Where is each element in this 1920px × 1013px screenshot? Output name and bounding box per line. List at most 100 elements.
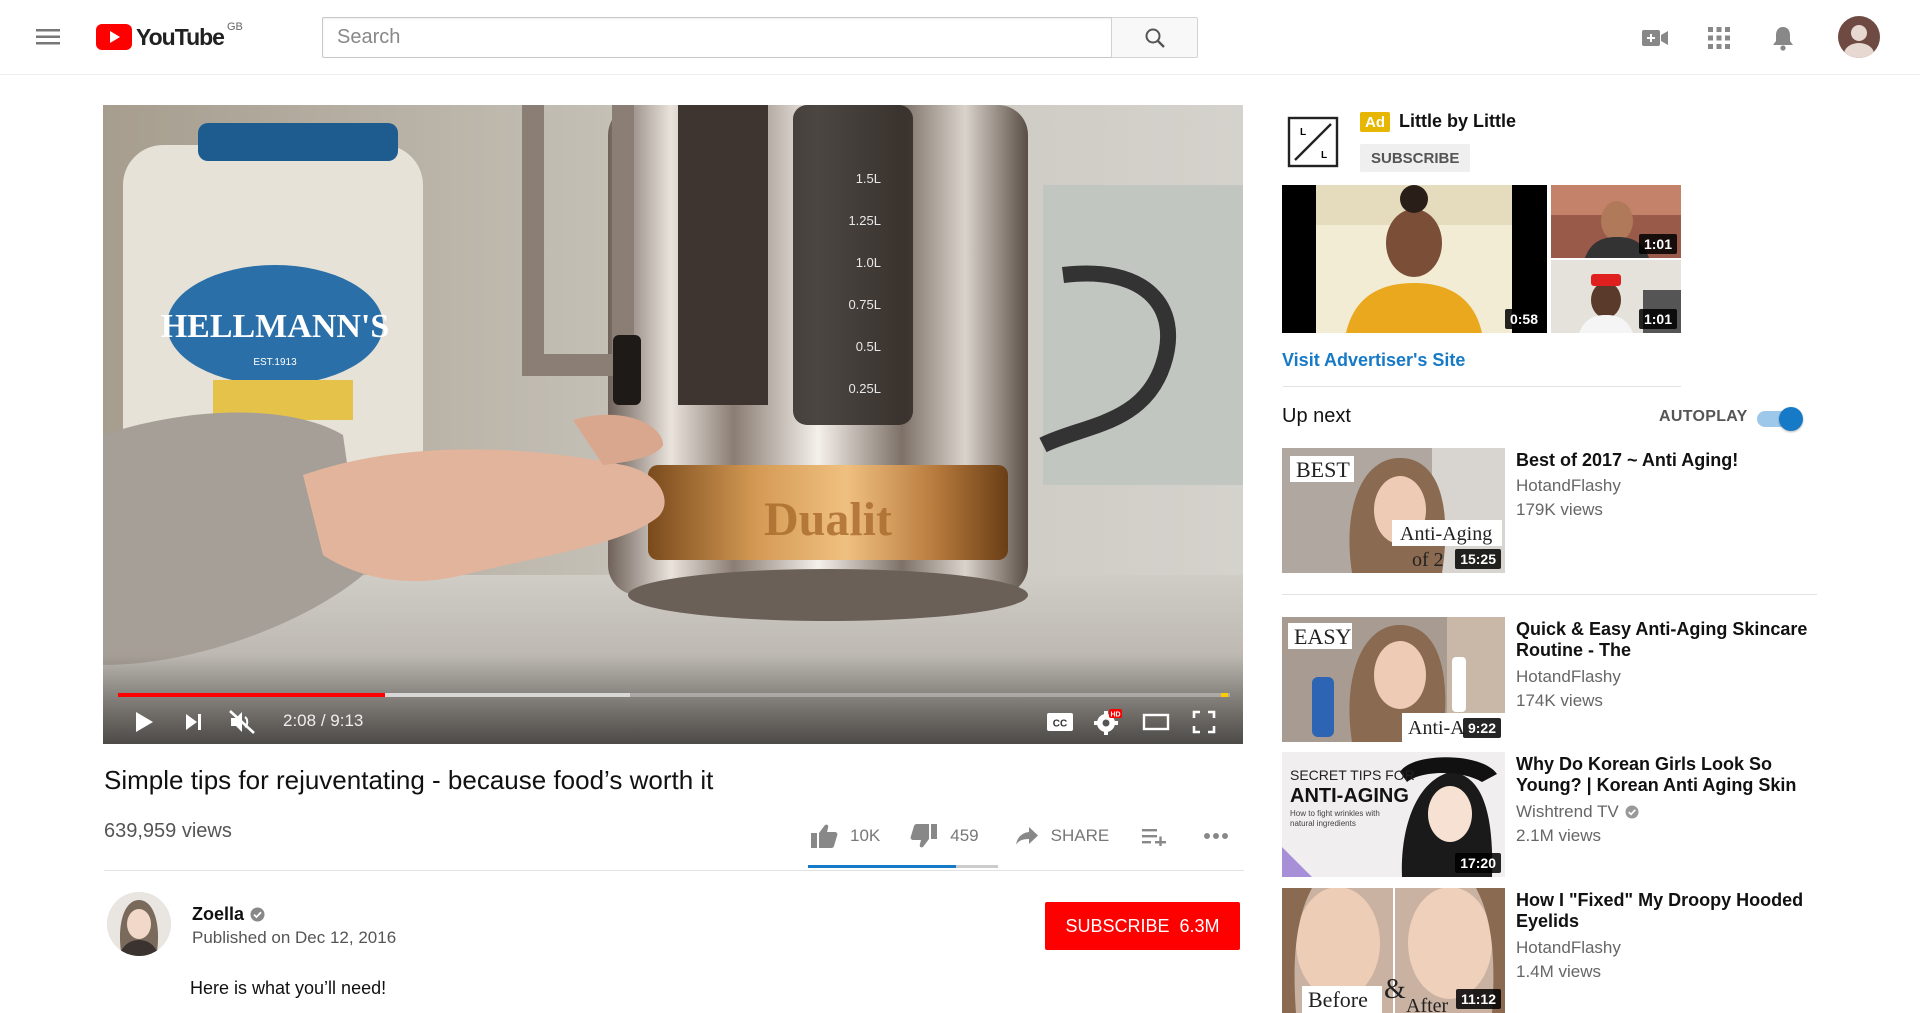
like-count: 10K — [850, 826, 881, 845]
settings-button[interactable]: HD — [1091, 705, 1125, 739]
apps-button[interactable] — [1704, 23, 1734, 53]
dislike-button[interactable]: 459 — [910, 823, 979, 849]
video-duration: 9:22 — [1462, 718, 1501, 738]
logo-region: GB — [226, 21, 243, 33]
kettle-scale-mark: 1.5L — [856, 171, 881, 186]
next-button[interactable] — [177, 705, 211, 739]
subscribe-button[interactable]: SUBSCRIBE 6.3M — [1045, 902, 1240, 950]
search-icon — [1145, 28, 1165, 48]
channel-avatar[interactable] — [107, 892, 171, 956]
ad-side-video-1[interactable]: 1:01 — [1551, 185, 1681, 258]
search-input[interactable] — [322, 17, 1112, 58]
mute-button[interactable] — [225, 705, 259, 739]
subscriber-count: 6.3M — [1179, 915, 1220, 936]
kettle-brand-text: Dualit — [764, 493, 892, 546]
ad-side-video-2[interactable]: 1:01 — [1551, 260, 1681, 333]
video-title-link[interactable]: How I "Fixed" My Droopy Hooded Eyelids — [1516, 890, 1816, 932]
up-next-heading: Up next — [1282, 405, 1351, 427]
recommended-video[interactable]: EASY Anti-A 9:22 Quick & Easy Anti-Aging… — [1282, 617, 1822, 742]
video-title-link[interactable]: Why Do Korean Girls Look So Young? | Kor… — [1516, 754, 1816, 796]
jar-est-text: EST.1913 — [253, 357, 297, 368]
little-by-little-logo-icon: LL — [1287, 116, 1339, 168]
recommended-video[interactable]: BEST Anti-Aging of 2 15:25 Best of 2017 … — [1282, 448, 1822, 573]
thumbnail-text: EASY — [1294, 624, 1352, 649]
video-channel[interactable]: HotandFlashy — [1516, 938, 1621, 958]
info-divider — [104, 870, 1244, 871]
thumbnail-text: Before — [1308, 987, 1368, 1012]
video-title-link[interactable]: Quick & Easy Anti-Aging Skincare Routine… — [1516, 619, 1816, 661]
thumbnail-text: How to fight wrinkles with — [1290, 809, 1380, 818]
volume-muted-icon — [229, 710, 255, 734]
visit-advertiser-link[interactable]: Visit Advertiser's Site — [1282, 350, 1465, 371]
svg-text:L: L — [1321, 150, 1327, 161]
add-to-playlist-button[interactable] — [1141, 826, 1167, 846]
subtitles-button[interactable]: CC — [1043, 705, 1077, 739]
play-button[interactable] — [127, 705, 161, 739]
channel-avatar-image — [107, 892, 171, 956]
ad-title[interactable]: Little by Little — [1399, 111, 1516, 132]
recommended-video[interactable]: Before & After 11:12 How I "Fixed" My Dr… — [1282, 888, 1822, 1013]
video-views: 2.1M views — [1516, 826, 1602, 845]
dislike-count: 459 — [950, 826, 979, 845]
upload-video-button[interactable] — [1640, 23, 1670, 53]
thumbs-up-icon — [811, 824, 838, 848]
description-text: Here is what you’ll need! — [190, 978, 387, 998]
theater-mode-button[interactable] — [1139, 705, 1173, 739]
video-duration: 0:58 — [1504, 309, 1543, 329]
gear-hd-icon: HD — [1094, 709, 1122, 735]
recommended-video[interactable]: SECRET TIPS FOR ANTI-AGING How to fight … — [1282, 752, 1822, 877]
subscribe-label: SUBSCRIBE — [1065, 915, 1170, 936]
like-button[interactable]: 10K — [810, 823, 880, 849]
video-thumbnail[interactable]: SECRET TIPS FOR ANTI-AGING How to fight … — [1282, 752, 1505, 877]
search-button[interactable] — [1111, 17, 1198, 58]
masthead: YouTube GB — [0, 0, 1920, 75]
video-player[interactable]: HELLMANN'S EST.1913 1.5L 1.25L 1.0L 0.75… — [103, 105, 1243, 744]
video-thumbnail[interactable]: BEST Anti-Aging of 2 15:25 — [1282, 448, 1505, 573]
svg-text:HD: HD — [1110, 712, 1120, 719]
video-channel[interactable]: HotandFlashy — [1516, 476, 1621, 496]
video-duration: 1:01 — [1638, 234, 1677, 254]
more-horizontal-icon — [1204, 833, 1229, 839]
ad-divider — [1283, 386, 1681, 387]
more-actions-button[interactable] — [1203, 832, 1229, 840]
ad-main-video[interactable]: 0:58 — [1282, 185, 1547, 333]
closed-captions-icon: CC — [1047, 713, 1073, 731]
video-channel[interactable]: HotandFlashy — [1516, 667, 1621, 687]
account-avatar[interactable] — [1838, 16, 1880, 58]
video-duration: 1:01 — [1638, 309, 1677, 329]
verified-check-icon — [250, 907, 265, 922]
youtube-logo[interactable]: YouTube GB — [96, 21, 243, 52]
video-title-link[interactable]: Best of 2017 ~ Anti Aging! — [1516, 450, 1816, 471]
playlist-add-icon — [1142, 829, 1167, 846]
channel-name[interactable]: Zoella — [192, 904, 265, 925]
thumbnail-text: After — [1406, 995, 1449, 1013]
share-arrow-icon — [1015, 827, 1038, 845]
sentiment-like-fill — [808, 865, 957, 868]
ad-badge: Ad — [1360, 112, 1390, 132]
thumbnail-text: ANTI-AGING — [1290, 785, 1409, 807]
video-title: Simple tips for rejuventating - because … — [104, 765, 714, 795]
share-button[interactable]: SHARE — [1015, 826, 1109, 846]
guide-menu-icon[interactable] — [30, 22, 66, 52]
fullscreen-button[interactable] — [1187, 705, 1221, 739]
time-separator: / — [316, 711, 331, 730]
kettle-scale-mark: 0.75L — [848, 297, 881, 312]
video-thumbnail[interactable]: EASY Anti-A 9:22 — [1282, 617, 1505, 742]
thumbs-down-icon — [910, 824, 938, 848]
theater-mode-icon — [1142, 713, 1170, 731]
view-count: 639,959 views — [104, 820, 232, 842]
advertiser-logo[interactable]: LL — [1283, 112, 1343, 172]
ad-subscribe-button[interactable]: SUBSCRIBE — [1360, 144, 1471, 172]
autoplay-toggle[interactable] — [1757, 407, 1805, 431]
video-channel[interactable]: Wishtrend TV — [1516, 802, 1639, 822]
thumbnail-text: natural ingredients — [1290, 819, 1356, 828]
video-actions: 10K 459 SHARE — [810, 820, 1229, 852]
time-current: 2:08 — [283, 711, 317, 730]
svg-text:CC: CC — [1053, 719, 1067, 730]
notifications-button[interactable] — [1768, 23, 1798, 53]
verified-check-icon — [1625, 805, 1639, 819]
thumbnail-text: of 2 — [1412, 549, 1444, 571]
video-thumbnail[interactable]: Before & After 11:12 — [1282, 888, 1505, 1013]
thumbnail-text: BEST — [1296, 457, 1350, 482]
progress-bar[interactable] — [118, 693, 1230, 697]
